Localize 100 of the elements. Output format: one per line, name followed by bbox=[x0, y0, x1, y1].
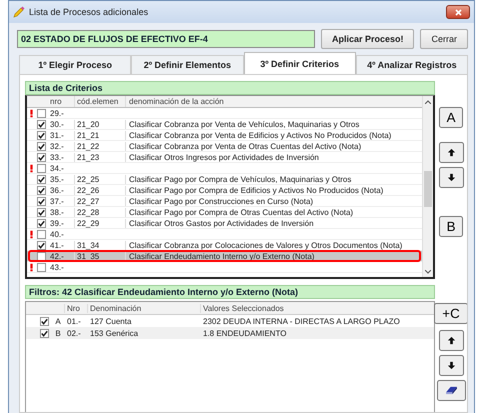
row-number: 32.- bbox=[49, 142, 65, 150]
filter-row[interactable]: B 02.- 153 Genérica 1.8 ENDEUDAMIENTO bbox=[26, 327, 434, 339]
row-number: 02.- bbox=[66, 328, 82, 338]
move-up-button[interactable] bbox=[438, 142, 464, 163]
checkbox[interactable] bbox=[37, 262, 46, 272]
checkbox[interactable] bbox=[40, 316, 49, 326]
eraser-icon bbox=[444, 386, 458, 395]
row-number: 29.- bbox=[49, 108, 65, 118]
checkbox[interactable] bbox=[37, 230, 46, 238]
element-code: 21_20 bbox=[74, 120, 125, 128]
scroll-thumb[interactable] bbox=[424, 171, 432, 207]
tab[interactable]: 4º Analizar Registros bbox=[356, 55, 468, 74]
checkbox[interactable] bbox=[37, 240, 46, 250]
criteria-row[interactable]: 36.- 22_26 Clasificar Pago por Compra de Edificios y Activos No Producidos (Nota) bbox=[27, 185, 422, 196]
criteria-row[interactable]: 35.- 22_25 Clasificar Pago por Compra de Vehículos, Maquinarias y Otros bbox=[27, 174, 422, 185]
criteria-row[interactable]: 29.- bbox=[27, 108, 422, 119]
row-number: 35.- bbox=[49, 174, 65, 184]
row-number: 36.- bbox=[49, 186, 65, 194]
up-arrow-icon bbox=[446, 148, 456, 157]
criteria-row[interactable]: 43.- bbox=[27, 262, 422, 273]
row-number: 01.- bbox=[66, 316, 82, 326]
element-code: 21_21 bbox=[74, 130, 125, 140]
pencil-icon bbox=[13, 6, 25, 18]
filter-code: 127 bbox=[90, 316, 104, 326]
column-header[interactable]: Denominación bbox=[87, 304, 200, 312]
close-window-button[interactable]: Cerrar bbox=[420, 29, 468, 49]
filter-code: 153 bbox=[90, 328, 104, 338]
row-number: 43.- bbox=[49, 262, 65, 272]
row-number: 31.- bbox=[49, 130, 65, 140]
row-number: 38.- bbox=[49, 208, 65, 216]
criteria-row[interactable]: 40.- bbox=[27, 229, 422, 240]
column-header[interactable]: nro bbox=[48, 96, 74, 107]
scrollbar[interactable] bbox=[422, 96, 433, 277]
eraser-button[interactable] bbox=[436, 380, 466, 401]
checkbox[interactable] bbox=[37, 218, 46, 228]
window-title: Lista de Procesos adicionales bbox=[29, 7, 150, 17]
criteria-row[interactable]: 39.- 22_29 Clasificar Otros Gastos por Actividades de Inversión bbox=[27, 218, 422, 229]
scroll-up-icon[interactable] bbox=[425, 100, 431, 104]
criteria-row[interactable]: 32.- 21_22 Clasificar Cobranza por Venta de Otras Cuentas del Activo (Nota) bbox=[27, 141, 422, 152]
move-down-button[interactable] bbox=[438, 355, 464, 376]
down-arrow-icon bbox=[446, 173, 456, 182]
filter-name: Cuenta bbox=[106, 316, 132, 326]
filter-name: Genérica bbox=[106, 328, 138, 338]
process-field[interactable]: 02 ESTADO DE FLUJOS DE EFECTIVO EF-4 bbox=[17, 30, 315, 48]
criteria-row[interactable]: 38.- 22_28 Clasificar Pago por Compra de Otras Cuentas del Activo (Nota) bbox=[27, 207, 422, 218]
apply-process-button[interactable]: Aplicar Proceso! bbox=[320, 29, 414, 49]
up-arrow-icon bbox=[446, 336, 456, 345]
row-number: 40.- bbox=[49, 230, 65, 238]
checkbox[interactable] bbox=[37, 108, 46, 118]
filter-row[interactable]: A 01.- 127 Cuenta 2302 DEUDA INTERNA - DIRECTAS A LARGO PLAZO bbox=[26, 315, 434, 327]
checkbox[interactable] bbox=[37, 174, 46, 184]
criteria-row[interactable]: 33.- 21_23 Clasificar Otros Ingresos por Actividades de Inversión bbox=[27, 152, 422, 163]
row-number: 41.- bbox=[49, 240, 65, 250]
row-number: 39.- bbox=[49, 218, 65, 228]
row-number: 30.- bbox=[49, 120, 65, 128]
criteria-row[interactable]: 34.- bbox=[27, 163, 422, 174]
criteria-row[interactable]: 31.- 21_21 Clasificar Cobranza por Venta de Edificios y Activos No Producidos (Nota) bbox=[27, 130, 422, 141]
element-code: 22_26 bbox=[74, 186, 125, 194]
down-arrow-icon bbox=[446, 361, 456, 370]
checkbox[interactable] bbox=[37, 142, 46, 150]
checkbox[interactable] bbox=[37, 186, 46, 194]
close-button[interactable] bbox=[446, 5, 470, 19]
scroll-down-icon[interactable] bbox=[425, 270, 431, 274]
element-code: 22_25 bbox=[74, 174, 125, 184]
selected-values: 1.8 ENDEUDAMIENTO bbox=[202, 328, 288, 338]
column-header[interactable]: Nro bbox=[64, 304, 87, 312]
close-icon bbox=[454, 8, 462, 16]
element-code: 31_34 bbox=[74, 240, 125, 250]
move-up-button[interactable] bbox=[438, 330, 464, 351]
checkbox[interactable] bbox=[37, 196, 46, 206]
criteria-row[interactable]: 30.- 21_20 Clasificar Cobranza por Venta de Vehículos, Maquinarias y Otros bbox=[27, 119, 422, 130]
element-code: 21_23 bbox=[74, 152, 125, 162]
column-header[interactable]: cód.elemen bbox=[74, 96, 125, 107]
row-number: 34.- bbox=[49, 164, 65, 172]
checkbox[interactable] bbox=[37, 130, 46, 140]
move-down-button[interactable] bbox=[438, 167, 464, 188]
row-number: 33.- bbox=[49, 152, 65, 162]
filter-letter: B bbox=[54, 328, 62, 338]
row-number: 42.- bbox=[49, 252, 65, 260]
element-code: 22_27 bbox=[74, 196, 125, 206]
element-code: 22_29 bbox=[74, 218, 125, 228]
checkbox[interactable] bbox=[37, 164, 46, 172]
sort-a-button[interactable]: A bbox=[438, 107, 464, 128]
tab[interactable]: 2º Definir Elementos bbox=[131, 55, 244, 74]
sort-b-button[interactable]: B bbox=[438, 216, 464, 237]
checkbox[interactable] bbox=[37, 208, 46, 216]
filter-letter: A bbox=[54, 316, 62, 326]
checkbox[interactable] bbox=[37, 120, 46, 128]
element-code: 22_28 bbox=[74, 208, 125, 216]
row-number: 37.- bbox=[49, 196, 65, 206]
tab[interactable]: 3º Definir Criterios bbox=[244, 52, 356, 74]
add-criterion-button[interactable]: +C bbox=[434, 303, 467, 324]
selected-values: 2302 DEUDA INTERNA - DIRECTAS A LARGO PLAZO bbox=[202, 316, 401, 326]
checkbox[interactable] bbox=[40, 328, 49, 338]
element-code: 21_22 bbox=[74, 142, 125, 150]
filters-panel-title: Filtros: 42 Clasificar Endeudamiento Interno y/o Externo (Nota) bbox=[25, 285, 435, 299]
checkbox[interactable] bbox=[37, 152, 46, 162]
criteria-panel-title: Lista de Criterios bbox=[25, 81, 435, 95]
criteria-row[interactable]: 37.- 22_27 Clasificar Pago por Construcciones en Curso (Nota) bbox=[27, 196, 422, 207]
tab[interactable]: 1º Elegir Proceso bbox=[19, 55, 132, 74]
